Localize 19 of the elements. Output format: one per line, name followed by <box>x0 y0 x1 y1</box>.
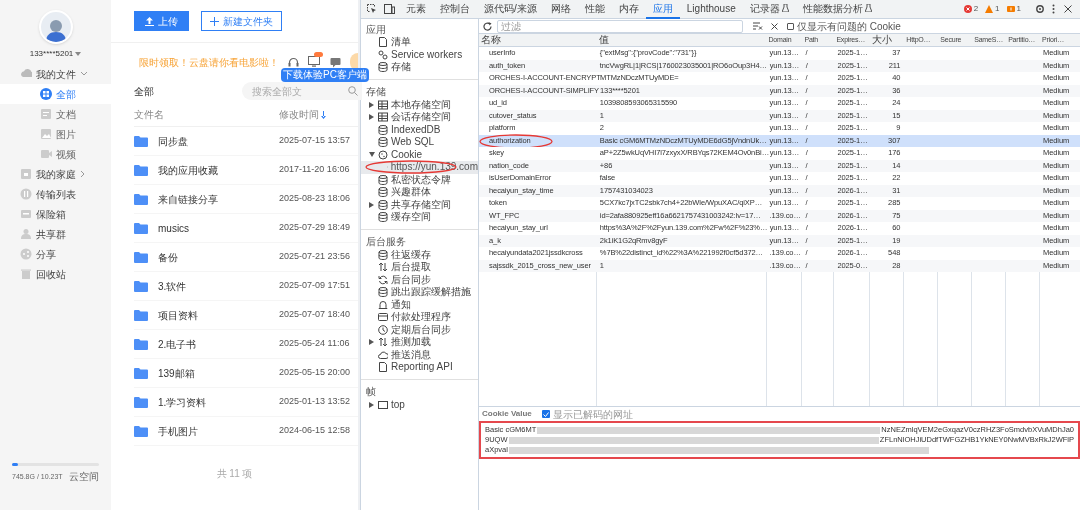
storage-label: 云空间 <box>69 471 99 482</box>
item-count: 共 11 项 <box>216 467 253 481</box>
file-date: 2024-06-15 12:58 <box>279 424 351 438</box>
file-date: 2025-08-23 18:06 <box>279 192 351 206</box>
file-date: 2017-11-20 16:06 <box>279 163 350 177</box>
section-header: 帧 <box>366 385 376 399</box>
file-date: 2025-05-24 11:06 <box>279 337 350 351</box>
panel-title: Cookie Value <box>482 408 532 420</box>
file-date: 2025-05-15 20:00 <box>279 366 351 380</box>
file-date: 2025-07-07 18:40 <box>279 308 351 322</box>
section-header: 后台服务 <box>366 235 406 249</box>
tooltip: 下载体验PC客户端 <box>281 68 369 82</box>
section-header: 存储 <box>366 85 386 99</box>
file-date: 2025-01-13 13:52 <box>279 395 351 409</box>
file-date: 2025-07-09 17:51 <box>279 279 351 293</box>
file-date: 2025-07-15 13:57 <box>279 134 351 148</box>
file-date: 2025-07-21 23:56 <box>279 250 351 264</box>
file-date: 2025-07-29 18:49 <box>279 221 351 235</box>
section-header: 应用 <box>366 22 386 37</box>
